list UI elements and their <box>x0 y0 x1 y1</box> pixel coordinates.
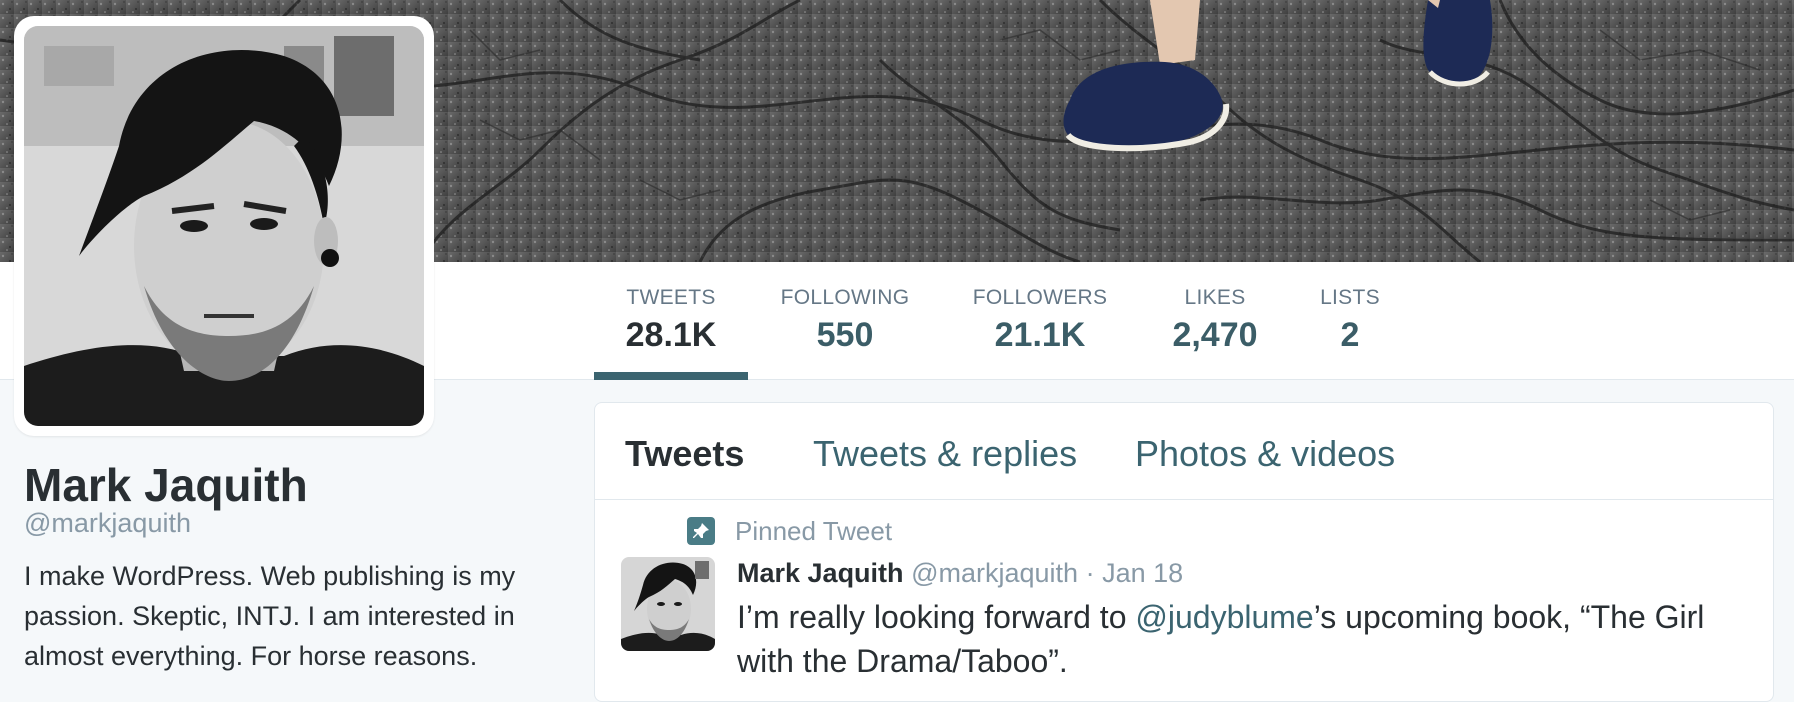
stat-followers-value: 21.1K <box>994 316 1086 354</box>
stat-likes[interactable]: LIKES 2,470 <box>1160 286 1270 380</box>
tweet-author-name[interactable]: Mark Jaquith <box>737 558 904 588</box>
pin-icon <box>687 517 715 545</box>
pinned-indicator: Pinned Tweet <box>687 515 892 547</box>
stat-lists[interactable]: LISTS 2 <box>1310 286 1390 380</box>
pinned-label: Pinned Tweet <box>735 515 893 546</box>
tweet-avatar[interactable] <box>621 557 715 651</box>
tweet-separator: · <box>1085 558 1095 588</box>
tweet-text: I’m really looking forward to @judyblume… <box>737 595 1737 683</box>
profile-bio: I make WordPress. Web publishing is my p… <box>24 561 516 671</box>
stat-tweets-value: 28.1K <box>625 316 717 354</box>
tab-photos-videos[interactable]: Photos & videos <box>1135 433 1395 475</box>
stat-likes-value: 2,470 <box>1172 316 1258 354</box>
stat-tweets-label: TWEETS <box>626 286 716 309</box>
tab-tweets[interactable]: Tweets <box>625 433 744 475</box>
timeline-card: Tweets Tweets & replies Photos & videos … <box>594 402 1774 702</box>
stat-following-value: 550 <box>816 316 874 354</box>
profile-avatar[interactable] <box>14 16 434 436</box>
profile-name[interactable]: Mark Jaquith <box>24 458 308 512</box>
avatar-photo <box>24 26 424 426</box>
stat-lists-label: LISTS <box>1320 286 1380 309</box>
stat-lists-value: 2 <box>1340 316 1360 354</box>
stat-followers-label: FOLLOWERS <box>972 286 1108 309</box>
profile-handle[interactable]: @markjaquith <box>24 508 191 539</box>
stat-followers[interactable]: FOLLOWERS 21.1K <box>960 286 1120 380</box>
stat-likes-label: LIKES <box>1184 286 1246 309</box>
stat-tweets[interactable]: TWEETS 28.1K <box>594 286 748 380</box>
tweet-author-handle[interactable]: @markjaquith <box>911 558 1078 588</box>
tweet-text-before: I’m really looking forward to <box>737 599 1136 635</box>
timeline-tabs: Tweets Tweets & replies Photos & videos <box>595 403 1773 500</box>
tweet-mention-link[interactable]: @judyblume <box>1135 599 1313 635</box>
tweet-date[interactable]: Jan 18 <box>1102 558 1183 588</box>
tweet-header: Mark Jaquith @markjaquith · Jan 18 <box>737 558 1183 589</box>
stat-following[interactable]: FOLLOWING 550 <box>770 286 920 380</box>
stat-following-label: FOLLOWING <box>780 286 910 309</box>
tab-tweets-replies[interactable]: Tweets & replies <box>813 433 1077 475</box>
